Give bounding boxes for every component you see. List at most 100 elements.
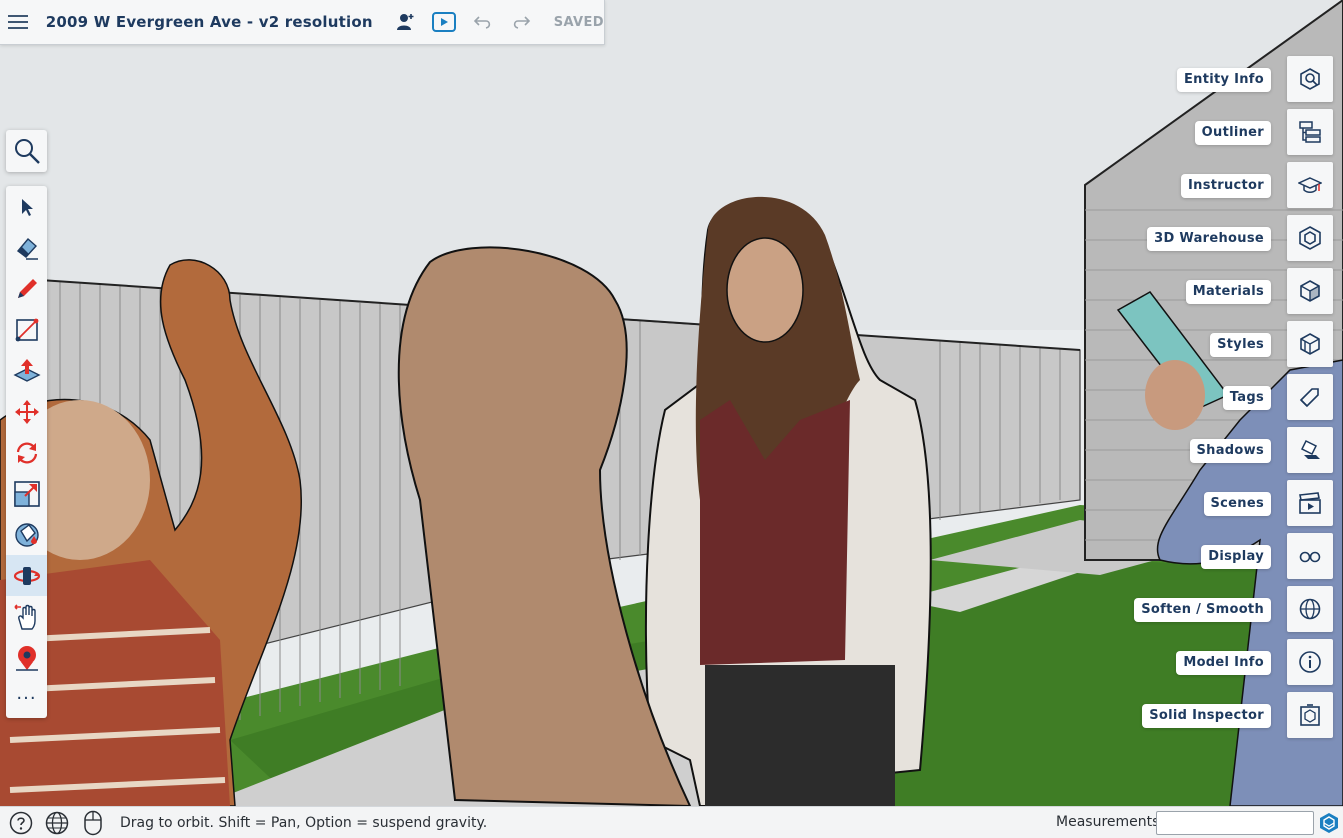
- paint-bucket-tool[interactable]: [6, 514, 47, 555]
- styles-icon: [1300, 333, 1320, 355]
- panel-styles[interactable]: Styles: [1143, 321, 1343, 367]
- pencil-icon: [17, 278, 37, 298]
- panel-label[interactable]: Materials: [1185, 280, 1271, 304]
- position-camera-icon: [15, 645, 38, 671]
- more-tools-button[interactable]: ···: [6, 678, 47, 719]
- push-pull-icon: [12, 358, 41, 382]
- panel-solid-inspector[interactable]: Solid Inspector: [1142, 692, 1343, 738]
- panel-outliner[interactable]: Outliner: [1143, 109, 1343, 155]
- materials-cube-icon: [1300, 280, 1320, 302]
- solid-inspector-button[interactable]: [1287, 692, 1333, 738]
- panel-3d-warehouse[interactable]: 3D Warehouse: [1143, 215, 1343, 261]
- display-button[interactable]: [1287, 533, 1333, 579]
- styles-button[interactable]: [1287, 321, 1333, 367]
- mouse-settings-button[interactable]: [80, 810, 106, 836]
- panel-label[interactable]: Display: [1201, 545, 1271, 569]
- warehouse-icon: [1299, 226, 1321, 250]
- model-info-button[interactable]: [1287, 639, 1333, 685]
- move-arrows-icon: [14, 399, 39, 424]
- panel-label[interactable]: Solid Inspector: [1142, 704, 1271, 728]
- rectangle-icon: [15, 318, 38, 341]
- clapperboard-icon: [1299, 492, 1321, 514]
- panel-scenes[interactable]: Scenes: [1143, 480, 1343, 526]
- measurements-label: Measurements: [1056, 814, 1160, 830]
- outliner-icon: [1299, 121, 1321, 143]
- push-pull-tool[interactable]: [6, 350, 47, 391]
- sketchup-logo: [1318, 812, 1340, 838]
- rectangle-tool[interactable]: [6, 309, 47, 350]
- pan-hand-icon: [13, 603, 36, 630]
- panel-model-info[interactable]: Model Info: [1143, 639, 1343, 685]
- tags-button[interactable]: [1287, 374, 1333, 420]
- glasses-icon: [1299, 551, 1321, 563]
- redo-icon: [514, 16, 531, 29]
- tool-palette: ···: [6, 186, 47, 718]
- hamburger-menu-button[interactable]: [0, 0, 37, 45]
- position-camera-tool[interactable]: [6, 637, 47, 678]
- panel-label[interactable]: 3D Warehouse: [1147, 227, 1271, 251]
- entity-info-icon: [1300, 68, 1320, 90]
- panel-soften-smooth[interactable]: Soften / Smooth: [1134, 586, 1343, 632]
- play-presentation-icon: [431, 12, 456, 32]
- undo-button[interactable]: [471, 0, 496, 45]
- panel-label[interactable]: Scenes: [1203, 492, 1271, 516]
- soften-smooth-button[interactable]: [1287, 586, 1333, 632]
- panel-display[interactable]: Display: [1143, 533, 1343, 579]
- redo-button[interactable]: [509, 0, 534, 45]
- sketchup-logo-icon: [1320, 813, 1338, 833]
- panel-tags[interactable]: Tags: [1143, 374, 1343, 420]
- rotate-tool[interactable]: [6, 432, 47, 473]
- 3d-viewport[interactable]: [0, 0, 1343, 806]
- undo-icon: [473, 16, 491, 29]
- solid-inspector-icon: [1300, 704, 1320, 726]
- eraser-tool[interactable]: [6, 227, 47, 268]
- panel-label[interactable]: Styles: [1210, 333, 1271, 357]
- panel-label[interactable]: Entity Info: [1177, 68, 1271, 92]
- globe-icon: [45, 811, 69, 834]
- pan-tool[interactable]: [6, 596, 47, 637]
- mouse-icon: [84, 810, 102, 835]
- graduation-cap-icon: [1298, 177, 1322, 193]
- scenes-button[interactable]: [1287, 480, 1333, 526]
- panel-label[interactable]: Tags: [1222, 386, 1271, 410]
- panel-instructor[interactable]: Instructor: [1143, 162, 1343, 208]
- hamburger-menu-icon: [8, 15, 29, 29]
- top-bar: 2009 W Evergreen Ave - v2 resolution SAV…: [0, 0, 605, 45]
- panel-entity-info[interactable]: Entity Info: [1143, 56, 1343, 102]
- scale-tool[interactable]: [6, 473, 47, 514]
- rotate-icon: [16, 442, 37, 463]
- panel-shadows[interactable]: Shadows: [1143, 427, 1343, 473]
- shadow-icon: [1300, 439, 1320, 459]
- search-tool-button[interactable]: [6, 130, 47, 172]
- entity-info-button[interactable]: [1287, 56, 1333, 102]
- sphere-icon: [1299, 598, 1321, 620]
- add-person-icon: [397, 14, 414, 30]
- save-status: SAVED: [553, 14, 604, 30]
- present-button[interactable]: [431, 0, 457, 45]
- scene-render: [0, 0, 1343, 806]
- warehouse-button[interactable]: [1287, 215, 1333, 261]
- scale-icon: [13, 480, 40, 507]
- materials-button[interactable]: [1287, 268, 1333, 314]
- status-hint: Drag to orbit. Shift = Pan, Option = sus…: [120, 814, 488, 831]
- pencil-tool[interactable]: [6, 268, 47, 309]
- geo-location-button[interactable]: [44, 811, 70, 835]
- shadows-button[interactable]: [1287, 427, 1333, 473]
- panel-label[interactable]: Instructor: [1181, 174, 1271, 198]
- panel-label[interactable]: Model Info: [1176, 651, 1271, 675]
- document-title[interactable]: 2009 W Evergreen Ave - v2 resolution: [46, 13, 373, 31]
- panel-label[interactable]: Shadows: [1189, 439, 1271, 463]
- panel-label[interactable]: Soften / Smooth: [1134, 598, 1271, 622]
- search-icon: [14, 139, 40, 164]
- move-tool[interactable]: [6, 391, 47, 432]
- add-collaborator-button[interactable]: [395, 0, 418, 45]
- panel-label[interactable]: Outliner: [1194, 121, 1271, 145]
- orbit-tool[interactable]: [6, 555, 47, 596]
- outliner-button[interactable]: [1287, 109, 1333, 155]
- panel-materials[interactable]: Materials: [1143, 268, 1343, 314]
- help-button[interactable]: [8, 811, 34, 835]
- status-bar: Drag to orbit. Shift = Pan, Option = sus…: [0, 806, 1343, 838]
- instructor-button[interactable]: [1287, 162, 1333, 208]
- select-tool[interactable]: [6, 186, 47, 227]
- measurements-input[interactable]: [1156, 811, 1314, 835]
